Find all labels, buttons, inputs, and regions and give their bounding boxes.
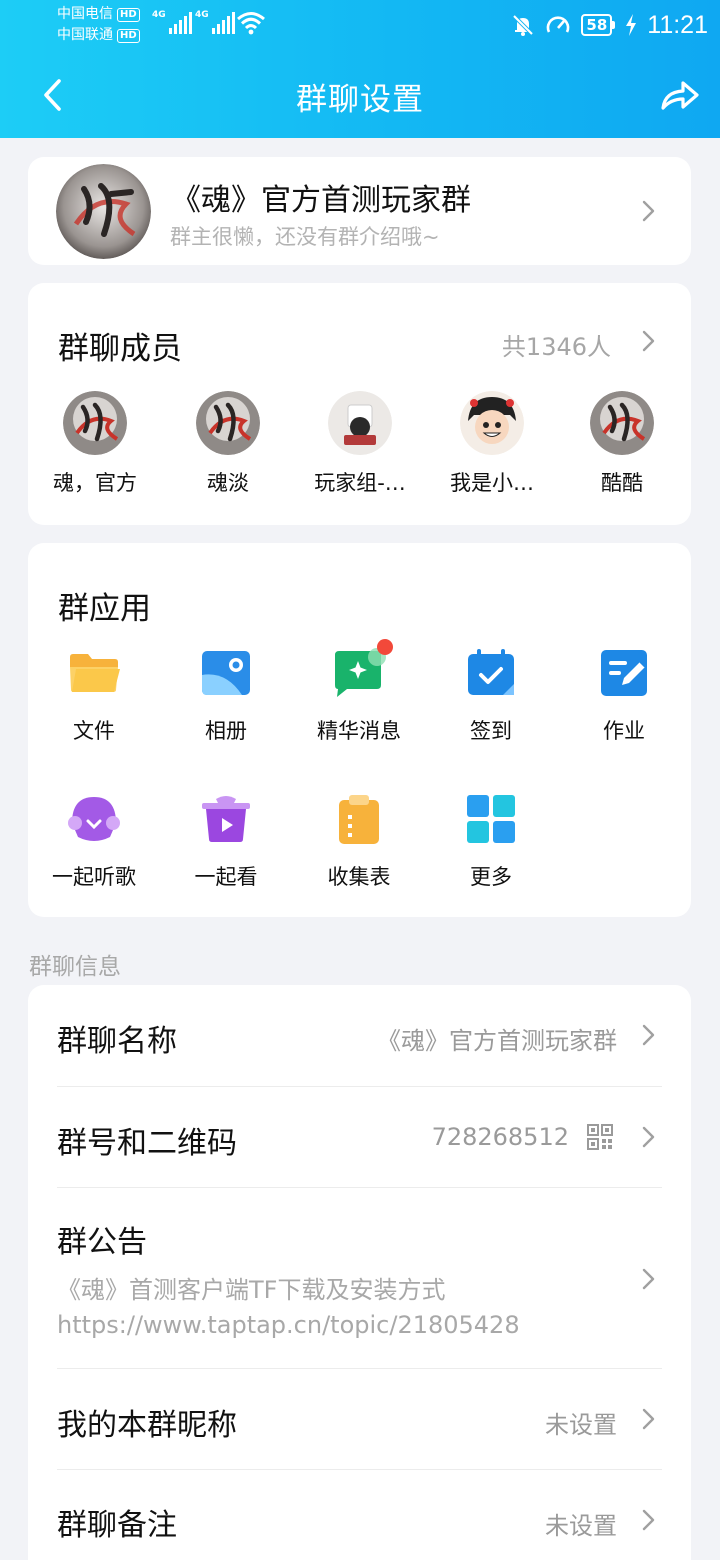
group-description: 群主很懒，还没有群介绍哦~ — [170, 225, 440, 249]
member-item[interactable]: 魂淡 — [168, 391, 288, 497]
app-label: 文件 — [73, 719, 115, 743]
member-avatar — [328, 391, 392, 455]
member-item[interactable]: 魂，官方 — [35, 391, 155, 497]
app-label: 一起看 — [194, 865, 258, 889]
status-right: 58 11:21 — [511, 8, 708, 42]
battery-indicator: 58 — [581, 14, 616, 36]
app-label: 相册 — [205, 719, 247, 743]
row-value: 未设置 — [545, 1512, 617, 1540]
group-info-card: 群聊名称 《魂》官方首测玩家群 群号和二维码 728268512 群公告 《魂》… — [28, 985, 691, 1560]
row-my-nickname[interactable]: 我的本群昵称 未设置 — [28, 1369, 691, 1469]
homework-icon — [596, 645, 652, 701]
carrier-1: 中国电信 — [57, 6, 113, 22]
form-clipboard-icon — [331, 791, 387, 847]
app-watch-together[interactable]: 一起看 — [166, 791, 286, 891]
member-name: 魂淡 — [207, 471, 249, 495]
app-label: 作业 — [603, 719, 645, 743]
group-number-value: 728268512 — [431, 1123, 569, 1151]
chevron-right-icon — [642, 1024, 655, 1046]
row-label: 我的本群昵称 — [57, 1408, 237, 1443]
mute-bell-icon — [512, 14, 534, 36]
row-group-name[interactable]: 群聊名称 《魂》官方首测玩家群 — [28, 985, 691, 1086]
app-homework[interactable]: 作业 — [564, 645, 684, 745]
share-button[interactable] — [652, 70, 708, 120]
member-avatar — [196, 391, 260, 455]
member-item[interactable]: 玩家组-… — [300, 391, 420, 497]
row-group-remark[interactable]: 群聊备注 未设置 — [28, 1470, 691, 1560]
row-group-notice[interactable]: 群公告 《魂》首测客户端TF下载及安装方式 https://www.taptap… — [28, 1188, 691, 1368]
checkin-calendar-icon — [463, 645, 519, 701]
row-group-number[interactable]: 群号和二维码 728268512 — [28, 1087, 691, 1188]
app-label: 一起听歌 — [52, 865, 136, 889]
chevron-right-icon — [642, 1268, 655, 1290]
group-profile-card[interactable]: 《魂》官方首测玩家群 群主很懒，还没有群介绍哦~ — [28, 157, 691, 265]
group-name: 《魂》官方首测玩家群 — [171, 183, 471, 218]
chevron-right-icon — [642, 200, 655, 222]
album-icon — [198, 645, 254, 701]
member-avatar — [63, 391, 127, 455]
app-album[interactable]: 相册 — [166, 645, 286, 745]
app-label: 精华消息 — [317, 719, 401, 743]
app-listen-together[interactable]: 一起听歌 — [34, 791, 154, 891]
member-name: 酷酷 — [601, 471, 643, 495]
row-value: 未设置 — [545, 1411, 617, 1439]
app-label: 更多 — [470, 865, 512, 889]
app-checkin[interactable]: 签到 — [431, 645, 551, 745]
wifi-icon — [237, 12, 265, 35]
listen-together-icon — [66, 791, 122, 847]
notice-line-1: 《魂》首测客户端TF下载及安装方式 — [57, 1276, 446, 1304]
notice-line-2: https://www.taptap.cn/topic/21805428 — [57, 1311, 520, 1339]
app-collect-form[interactable]: 收集表 — [299, 791, 419, 891]
chevron-right-icon — [642, 1408, 655, 1430]
app-label: 签到 — [470, 719, 512, 743]
row-label: 群聊备注 — [57, 1508, 177, 1543]
chevron-right-icon[interactable] — [639, 328, 657, 354]
carrier-info: 中国电信 HD 中国联通 HD — [57, 4, 140, 46]
page-title: 群聊设置 — [296, 82, 424, 118]
member-avatar — [460, 391, 524, 455]
chevron-right-icon — [642, 1509, 655, 1531]
members-card: 群聊成员 共1346人 魂，官方 魂淡 玩家组-… 我是小… 酷酷 — [28, 283, 691, 525]
chevron-right-icon — [642, 1126, 655, 1148]
essence-message-icon — [331, 639, 393, 701]
share-icon — [661, 81, 699, 110]
carrier-2: 中国联通 — [57, 27, 113, 43]
row-label: 群公告 — [57, 1225, 147, 1260]
member-item[interactable]: 酷酷 — [562, 391, 682, 497]
app-essence[interactable]: 精华消息 — [299, 639, 419, 745]
member-name: 玩家组-… — [314, 471, 406, 495]
row-value: 《魂》官方首测玩家群 — [377, 1027, 617, 1055]
signal-icon: 4G — [195, 10, 235, 34]
row-label: 群聊名称 — [57, 1024, 177, 1059]
app-more[interactable]: 更多 — [431, 791, 551, 891]
app-file[interactable]: 文件 — [34, 645, 154, 745]
folder-icon — [66, 645, 122, 701]
header-bar: 中国电信 HD 中国联通 HD 4G 4G 58 11:21 群聊设置 — [0, 0, 720, 138]
member-name: 魂，官方 — [53, 471, 137, 495]
member-item[interactable]: 我是小… — [432, 391, 552, 497]
member-avatar — [590, 391, 654, 455]
watch-together-icon — [198, 791, 254, 847]
member-name: 我是小… — [450, 471, 534, 495]
status-bar: 中国电信 HD 中国联通 HD 4G 4G 58 11:21 — [0, 0, 720, 50]
battery-level: 58 — [581, 14, 613, 36]
group-apps-card: 群应用 文件 相册 精华消息 签到 作业 一起听歌 一起看 收集表 更多 — [28, 543, 691, 917]
members-title: 群聊成员 — [58, 331, 182, 367]
red-dot-badge — [377, 639, 393, 655]
clock: 11:21 — [647, 10, 708, 39]
hd-badge: HD — [117, 7, 140, 22]
row-label: 群号和二维码 — [57, 1126, 237, 1161]
charging-icon — [626, 14, 637, 36]
more-grid-icon — [463, 791, 519, 847]
qr-code-icon — [587, 1124, 613, 1150]
group-avatar — [56, 164, 151, 259]
speed-gauge-icon — [547, 16, 570, 33]
members-count[interactable]: 共1346人 — [502, 327, 611, 362]
section-label-group-info: 群聊信息 — [29, 954, 121, 980]
apps-title: 群应用 — [58, 591, 151, 627]
hd-badge: HD — [117, 28, 140, 43]
app-label: 收集表 — [327, 865, 391, 889]
signal-icon: 4G — [152, 10, 192, 34]
